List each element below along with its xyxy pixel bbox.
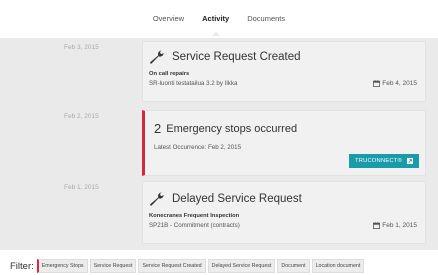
tab-documents[interactable]: Documents — [238, 0, 294, 38]
truconnect-label: TRUCONNECT® — [354, 158, 402, 164]
card-event-date: Feb 1, 2015 — [382, 222, 417, 229]
timeline-date: Feb 1, 2015 — [64, 184, 99, 191]
timeline-card-delayed-service-request[interactable]: Delayed Service Request Konecranes Frequ… — [142, 181, 426, 244]
tab-activity[interactable]: Activity — [193, 0, 238, 38]
external-link-icon — [407, 158, 413, 164]
card-event-date: Feb 4, 2015 — [382, 80, 417, 87]
timeline-card-service-request-created[interactable]: Service Request Created On call repairs … — [142, 41, 426, 102]
filter-chip-emergency-stops[interactable]: Emergency Stops — [36, 259, 88, 273]
filter-bar: Filter: Emergency Stops Service Request … — [0, 257, 438, 275]
timeline-date: Feb 3, 2015 — [64, 44, 99, 51]
filter-chip-document[interactable]: Document — [277, 259, 310, 273]
filter-chip-location-document[interactable]: Location document — [311, 259, 365, 273]
calendar-icon — [373, 80, 381, 87]
wrench-icon — [150, 50, 164, 64]
card-title: Emergency stops occurred — [166, 122, 298, 135]
timeline-date: Feb 2, 2015 — [64, 113, 99, 120]
filter-label: Filter: — [10, 260, 34, 272]
card-detail: SP21B - Commitment (contracts) — [149, 222, 240, 229]
filter-chip-delayed-service-request[interactable]: Delayed Service Request — [207, 259, 276, 273]
timeline-card-emergency-stops[interactable]: 2 Emergency stops occurred Latest Occurr… — [142, 110, 426, 176]
filter-chip-service-request[interactable]: Service Request — [89, 259, 137, 273]
tab-bar: Overview Activity Documents — [0, 0, 438, 38]
tab-overview[interactable]: Overview — [144, 0, 193, 38]
emergency-count: 2 — [154, 121, 162, 136]
filter-chip-service-request-created[interactable]: Service Request Created — [138, 259, 206, 273]
truconnect-button[interactable]: TRUCONNECT® — [348, 154, 419, 168]
calendar-icon — [373, 222, 381, 229]
card-title: Service Request Created — [172, 51, 301, 63]
card-detail: SR-luonti testatailua 3.2 by Ilkka — [149, 80, 238, 87]
latest-occurrence: Latest Occurrence: Feb 2, 2015 — [154, 144, 242, 151]
activity-timeline: Feb 3, 2015 Service Request Created On c… — [0, 38, 438, 250]
card-title: Delayed Service Request — [172, 193, 302, 205]
wrench-icon — [150, 192, 164, 206]
